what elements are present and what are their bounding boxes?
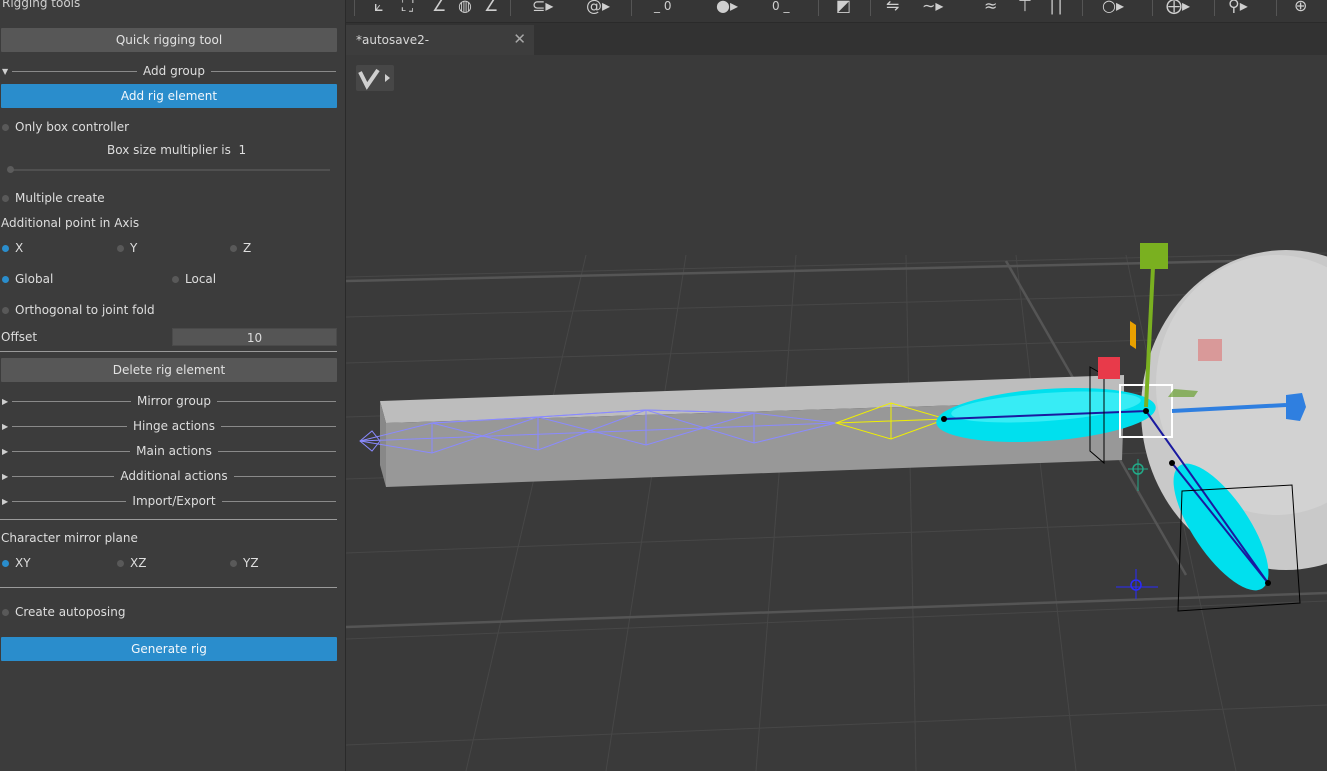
main-toolbar: ⟀ ⛶ ∠ ◍ ∠ ⊆▸ @▸ _ 0 ●▸ 0 _ ◩ ⇋ ∼▸ ≈ ⊤ ∣∣…: [346, 0, 1327, 23]
collapse-arrow-icon: ▶: [2, 396, 9, 406]
only-box-controller-radio[interactable]: Only box controller: [0, 119, 129, 135]
divider: [0, 351, 337, 352]
divider: [0, 519, 337, 520]
radio-dot-icon: [2, 194, 9, 202]
dot-icon[interactable]: ●▸: [716, 0, 738, 16]
box-size-slider[interactable]: [7, 166, 330, 173]
collapse-arrow-icon: ▶: [2, 496, 9, 506]
collapse-arrow-icon: ▶: [2, 421, 9, 431]
axis-tool-icon[interactable]: ∠: [484, 0, 498, 16]
create-autoposing-radio[interactable]: Create autoposing: [0, 604, 125, 620]
numeric-field-b[interactable]: 0 _: [772, 0, 789, 16]
group-header-main[interactable]: ▶ Main actions: [0, 442, 336, 460]
collapse-arrow-icon: ▶: [2, 471, 9, 481]
slider-handle[interactable]: [7, 166, 14, 173]
add-rig-element-button[interactable]: Add rig element: [1, 84, 337, 108]
lasso-icon[interactable]: ○▸: [1102, 0, 1124, 16]
quick-rigging-tool-button[interactable]: Quick rigging tool: [1, 28, 337, 52]
select-region-icon[interactable]: ⛶: [402, 0, 413, 16]
close-icon[interactable]: ✕: [513, 30, 526, 48]
axis-z-radio[interactable]: Z: [228, 240, 251, 256]
generate-rig-button[interactable]: Generate rig: [1, 637, 337, 661]
local-radio[interactable]: Local: [170, 271, 216, 287]
group-header-import-export[interactable]: ▶ Import/Export: [0, 492, 336, 510]
group-header-hinge[interactable]: ▶ Hinge actions: [0, 417, 336, 435]
global-radio[interactable]: Global: [0, 271, 53, 287]
offset-label: Offset: [1, 330, 38, 344]
delete-rig-element-button[interactable]: Delete rig element: [1, 358, 337, 382]
additional-point-label: Additional point in Axis: [1, 216, 140, 230]
collapse-arrow-icon: ▶: [2, 446, 9, 456]
rigging-tools-panel: Rigging tools Quick rigging tool ▼ Add g…: [0, 0, 346, 771]
plane-xz-radio[interactable]: XZ: [115, 555, 146, 571]
plane-yz-radio[interactable]: YZ: [228, 555, 259, 571]
tab-label: *autosave2-: [356, 33, 430, 47]
bars-icon[interactable]: ∣∣: [1048, 0, 1064, 16]
spline-icon[interactable]: ∼▸: [922, 0, 943, 16]
group-header-mirror[interactable]: ▶ Mirror group: [0, 392, 336, 410]
mirror-plane-label: Character mirror plane: [1, 531, 138, 545]
plane-xy-radio[interactable]: XY: [0, 555, 31, 571]
logo-icon: [358, 68, 390, 90]
target-icon[interactable]: ⊕: [1294, 0, 1307, 16]
scene-canvas: [346, 55, 1327, 771]
divider: [0, 587, 337, 588]
spiral-snap-icon[interactable]: @▸: [586, 0, 610, 16]
numeric-field-a[interactable]: _ 0: [654, 0, 671, 16]
group-header-additional[interactable]: ▶ Additional actions: [0, 467, 336, 485]
orthogonal-radio[interactable]: Orthogonal to joint fold: [0, 302, 155, 318]
multiple-create-radio[interactable]: Multiple create: [0, 190, 105, 206]
snap-icon[interactable]: ⊆▸: [532, 0, 553, 16]
axis-y-radio[interactable]: Y: [115, 240, 137, 256]
pose-icon[interactable]: ⚲▸: [1228, 0, 1248, 16]
viewport-menu-button[interactable]: [356, 65, 394, 91]
offset-input[interactable]: 10: [172, 328, 337, 346]
globe-tool-icon[interactable]: ◍: [458, 0, 472, 16]
eye-path-icon[interactable]: ⇋: [886, 0, 899, 16]
angle-tool-icon[interactable]: ∠: [432, 0, 446, 16]
axis-x-radio[interactable]: X: [0, 240, 23, 256]
add-group-header[interactable]: ▼ Add group: [0, 62, 336, 80]
add-point-icon[interactable]: ⨁▸: [1166, 0, 1190, 16]
radio-dot-icon: [2, 123, 9, 131]
document-tabbar: *autosave2- ✕: [346, 23, 1327, 55]
tab-autosave2[interactable]: *autosave2- ✕: [346, 25, 534, 55]
transform-tool-icon[interactable]: ⟀: [374, 0, 384, 16]
text-tool-icon[interactable]: ⊤: [1018, 0, 1032, 16]
boolean-icon[interactable]: ◩: [836, 0, 851, 16]
expand-arrow-icon: ▼: [2, 66, 9, 76]
curve-cut-icon[interactable]: ≈: [984, 0, 997, 16]
3d-viewport[interactable]: [346, 55, 1327, 771]
panel-title: Rigging tools: [2, 0, 81, 10]
box-size-multiplier-value: 1: [238, 143, 247, 157]
box-size-multiplier-label: Box size multiplier is 1: [107, 143, 247, 157]
